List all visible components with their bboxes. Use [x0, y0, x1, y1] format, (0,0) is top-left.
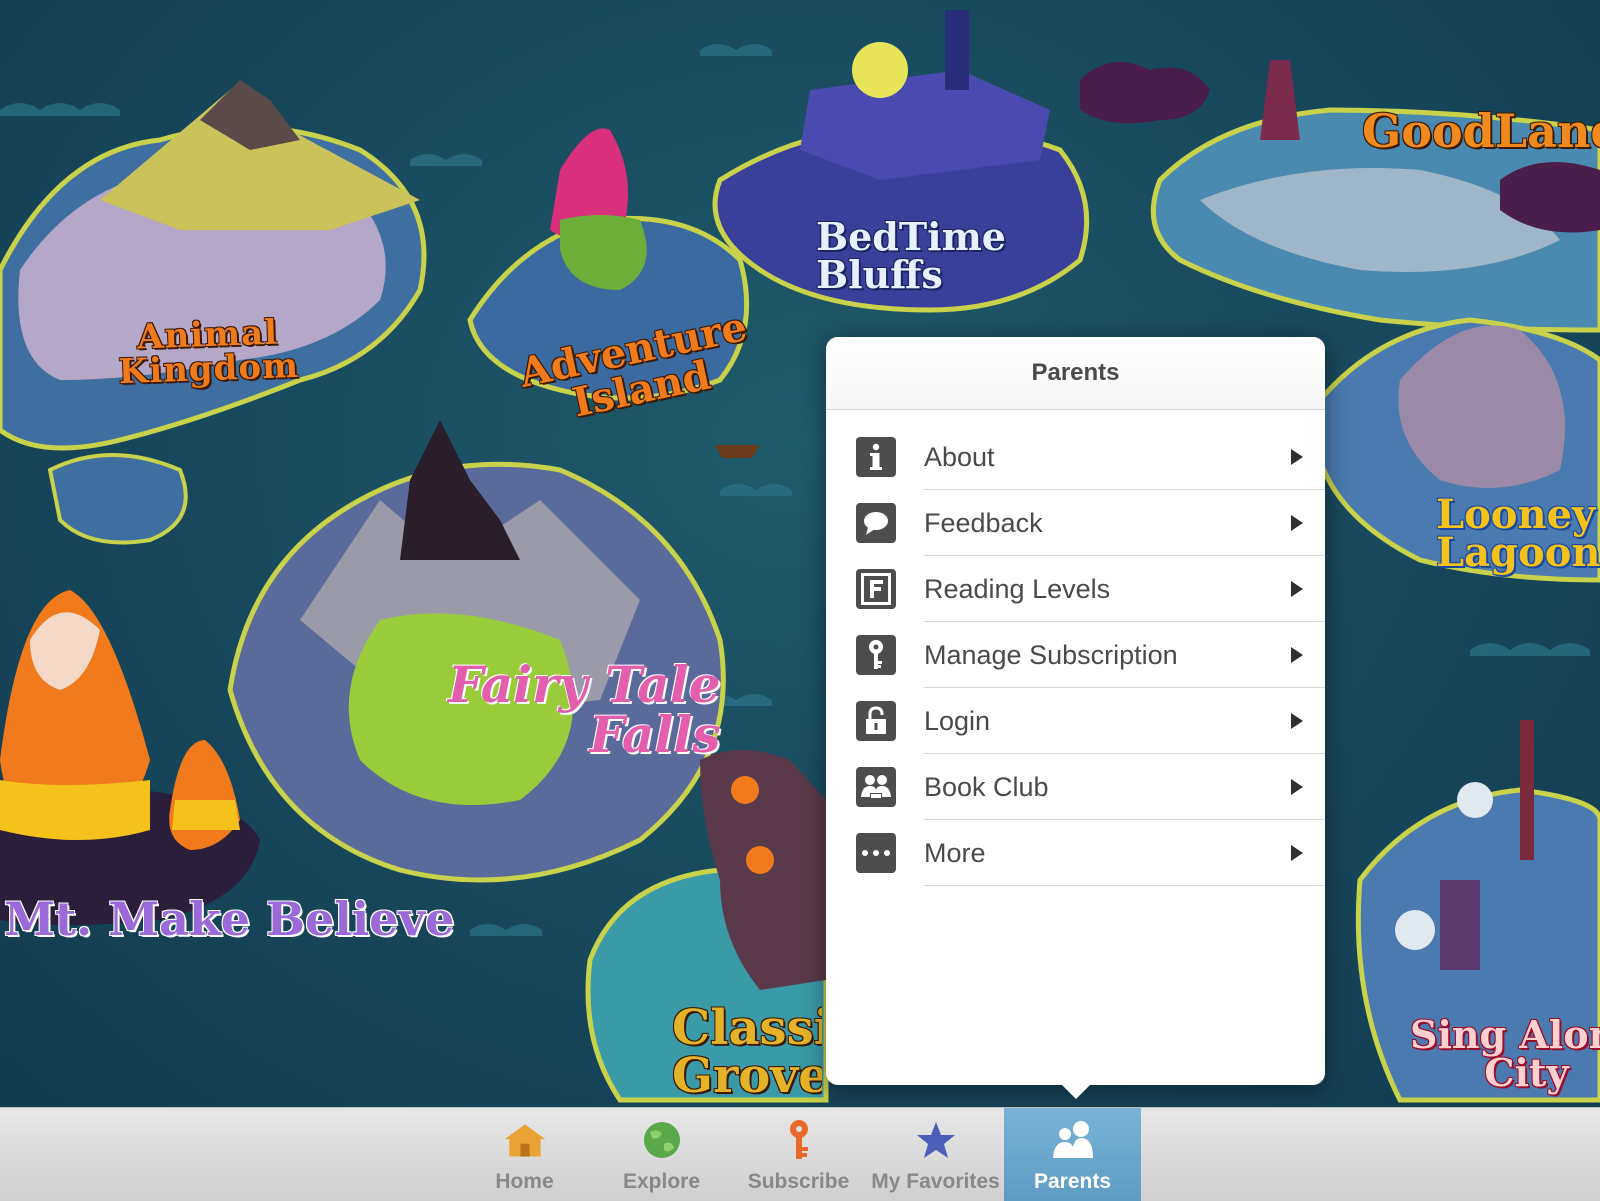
menu-item-label: Feedback — [924, 507, 1043, 538]
tab-my-favorites[interactable]: My Favorites — [867, 1108, 1004, 1201]
menu-item-book-club[interactable]: Book Club — [826, 754, 1325, 820]
mt-make-believe-island[interactable] — [0, 590, 260, 925]
region-label-looney-lagoon[interactable]: Looney Lagoon — [1436, 495, 1600, 573]
menu-item-label: Book Club — [924, 771, 1049, 802]
more-dots-icon — [856, 833, 896, 873]
menu-item-about[interactable]: About — [826, 424, 1325, 490]
group-icon — [856, 767, 896, 807]
region-label-classic-grove[interactable]: Classic Grove — [672, 1004, 822, 1100]
letter-f-icon — [856, 569, 896, 609]
chevron-right-icon — [1291, 647, 1303, 663]
ship-icon — [715, 445, 760, 458]
unlock-icon — [856, 701, 896, 741]
home-icon — [502, 1118, 548, 1162]
region-label-sing-along-city[interactable]: Sing Along City — [1410, 1016, 1600, 1092]
tab-explore[interactable]: Explore — [593, 1108, 730, 1201]
popover-header: Parents — [826, 337, 1325, 410]
key-icon — [776, 1118, 822, 1162]
tab-label: Subscribe — [747, 1170, 850, 1193]
star-icon — [913, 1118, 959, 1162]
info-icon — [856, 437, 896, 477]
tab-subscribe[interactable]: Subscribe — [730, 1108, 867, 1201]
region-label-goodland[interactable]: GoodLand — [1362, 108, 1600, 154]
popover-title: Parents — [1031, 359, 1120, 386]
menu-item-label: More — [924, 837, 986, 868]
tab-home[interactable]: Home — [456, 1108, 593, 1201]
region-label-bedtime-bluffs[interactable]: BedTime Bluffs — [816, 218, 1006, 294]
region-label-animal-kingdom[interactable]: Animal Kingdom — [117, 313, 300, 393]
chevron-right-icon — [1291, 449, 1303, 465]
tab-label: My Favorites — [871, 1170, 1000, 1193]
menu-item-label: About — [924, 441, 995, 472]
menu-item-feedback[interactable]: Feedback — [826, 490, 1325, 556]
region-label-fairy-tale-falls[interactable]: Fairy Tale Falls — [448, 660, 721, 760]
fairy-tale-falls-island[interactable] — [227, 420, 726, 883]
animal-kingdom-island[interactable] — [0, 80, 427, 545]
menu-item-more[interactable]: More — [826, 820, 1325, 886]
menu-item-label: Reading Levels — [924, 573, 1111, 604]
chevron-right-icon — [1291, 515, 1303, 531]
world-map: Animal Kingdom Adventure Island BedTime … — [0, 0, 1600, 1107]
region-label-mt-make-believe[interactable]: Mt. Make Believe — [4, 896, 454, 942]
menu-item-reading-levels[interactable]: Reading Levels — [826, 556, 1325, 622]
parents-popover: Parents About Feedback Reading Levels Ma… — [826, 337, 1325, 1099]
speech-bubble-icon — [856, 503, 896, 543]
tab-parents[interactable]: Parents — [1004, 1108, 1141, 1201]
globe-icon — [639, 1118, 685, 1162]
chevron-right-icon — [1291, 581, 1303, 597]
menu-item-manage-subscription[interactable]: Manage Subscription — [826, 622, 1325, 688]
tab-label: Explore — [622, 1170, 701, 1193]
popover-arrow — [1062, 1085, 1090, 1099]
tab-bar: Home Explore Subscribe My Favorites Pare… — [0, 1107, 1600, 1201]
key-icon — [856, 635, 896, 675]
menu-item-login[interactable]: Login — [826, 688, 1325, 754]
menu-item-label: Manage Subscription — [924, 639, 1178, 670]
menu-item-label: Login — [924, 705, 991, 736]
parents-menu: About Feedback Reading Levels Manage Sub… — [826, 410, 1325, 886]
parents-icon — [1050, 1118, 1096, 1162]
chevron-right-icon — [1291, 779, 1303, 795]
tab-label: Parents — [1033, 1170, 1112, 1193]
chevron-right-icon — [1291, 713, 1303, 729]
tab-label: Home — [495, 1170, 554, 1193]
chevron-right-icon — [1291, 845, 1303, 861]
goodland-island[interactable] — [1150, 60, 1600, 333]
